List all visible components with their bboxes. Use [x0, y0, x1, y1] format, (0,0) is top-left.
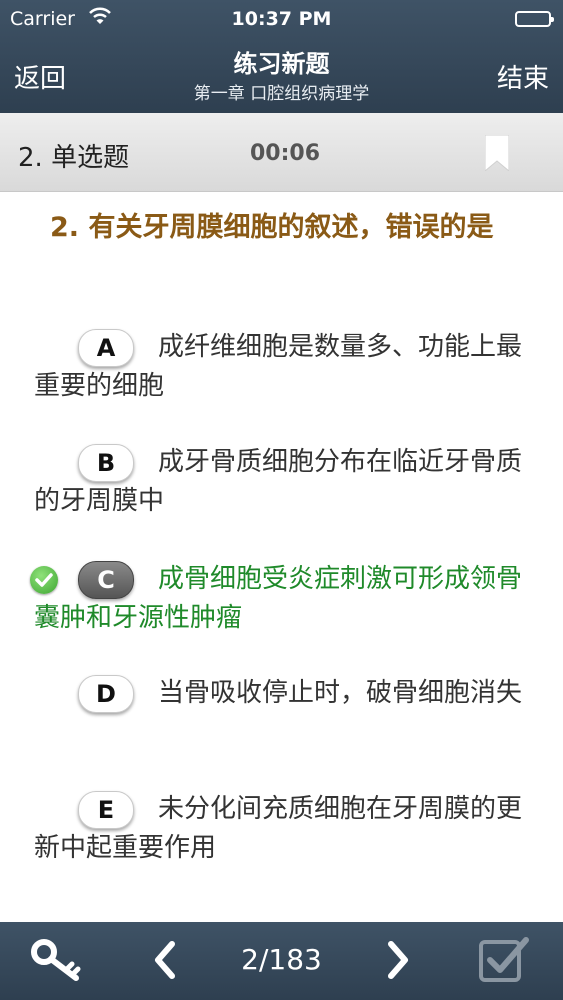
- bookmark-icon[interactable]: [484, 134, 510, 173]
- end-button[interactable]: 结束: [497, 58, 549, 95]
- option-c[interactable]: C 成骨细胞受炎症刺激可形成领骨囊肿和牙源性肿瘤: [30, 560, 534, 637]
- timer: 00:06: [250, 141, 321, 166]
- status-time: 10:37 PM: [231, 8, 332, 30]
- question-type-label: 2. 单选题: [18, 143, 130, 173]
- option-a[interactable]: A 成纤维细胞是数量多、功能上最重要的细胞: [34, 328, 534, 405]
- option-letter-a[interactable]: A: [78, 328, 134, 367]
- navigation-header: Carrier 10:37 PM 返回 练习新题 第一章 口腔组织病理学 结束: [0, 0, 563, 113]
- option-d[interactable]: D 当骨吸收停止时，破骨细胞消失: [34, 674, 534, 713]
- option-letter-d[interactable]: D: [78, 674, 134, 713]
- option-letter-c[interactable]: C: [78, 560, 134, 599]
- option-letter-b[interactable]: B: [78, 443, 134, 482]
- option-e[interactable]: E 未分化间充质细胞在牙周膜的更新中起重要作用: [34, 790, 534, 867]
- correct-check-icon: [30, 566, 58, 594]
- page-title: 练习新题: [233, 50, 330, 78]
- question-info-bar: 2. 单选题 00:06: [0, 113, 563, 192]
- option-text: 当骨吸收停止时，破骨细胞消失: [158, 678, 523, 708]
- status-bar: Carrier 10:37 PM: [0, 0, 563, 38]
- battery-icon: [515, 11, 554, 27]
- option-b[interactable]: B 成牙骨质细胞分布在临近牙骨质的牙周膜中: [34, 443, 534, 520]
- question-text: 2. 有关牙周膜细胞的叙述，错误的是: [50, 212, 494, 243]
- chapter-subtitle: 第一章 口腔组织病理学: [193, 84, 370, 104]
- option-letter-e[interactable]: E: [78, 790, 134, 829]
- bottom-toolbar: 2/183: [0, 922, 563, 1000]
- next-arrow-icon[interactable]: [385, 940, 413, 984]
- checkbox-icon[interactable]: [478, 934, 532, 990]
